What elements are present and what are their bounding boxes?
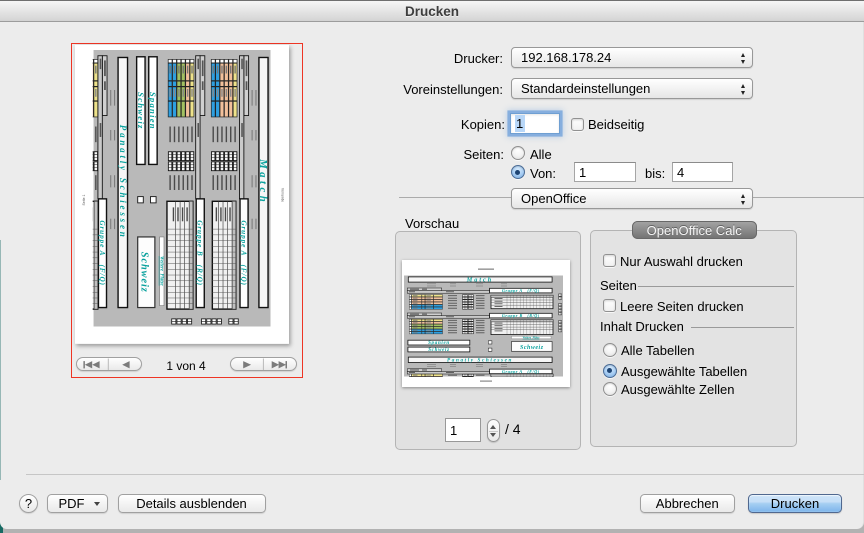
svg-text:Seite 1: Seite 1 bbox=[82, 195, 86, 206]
svg-text:Vorrunde: Vorrunde bbox=[280, 188, 284, 202]
